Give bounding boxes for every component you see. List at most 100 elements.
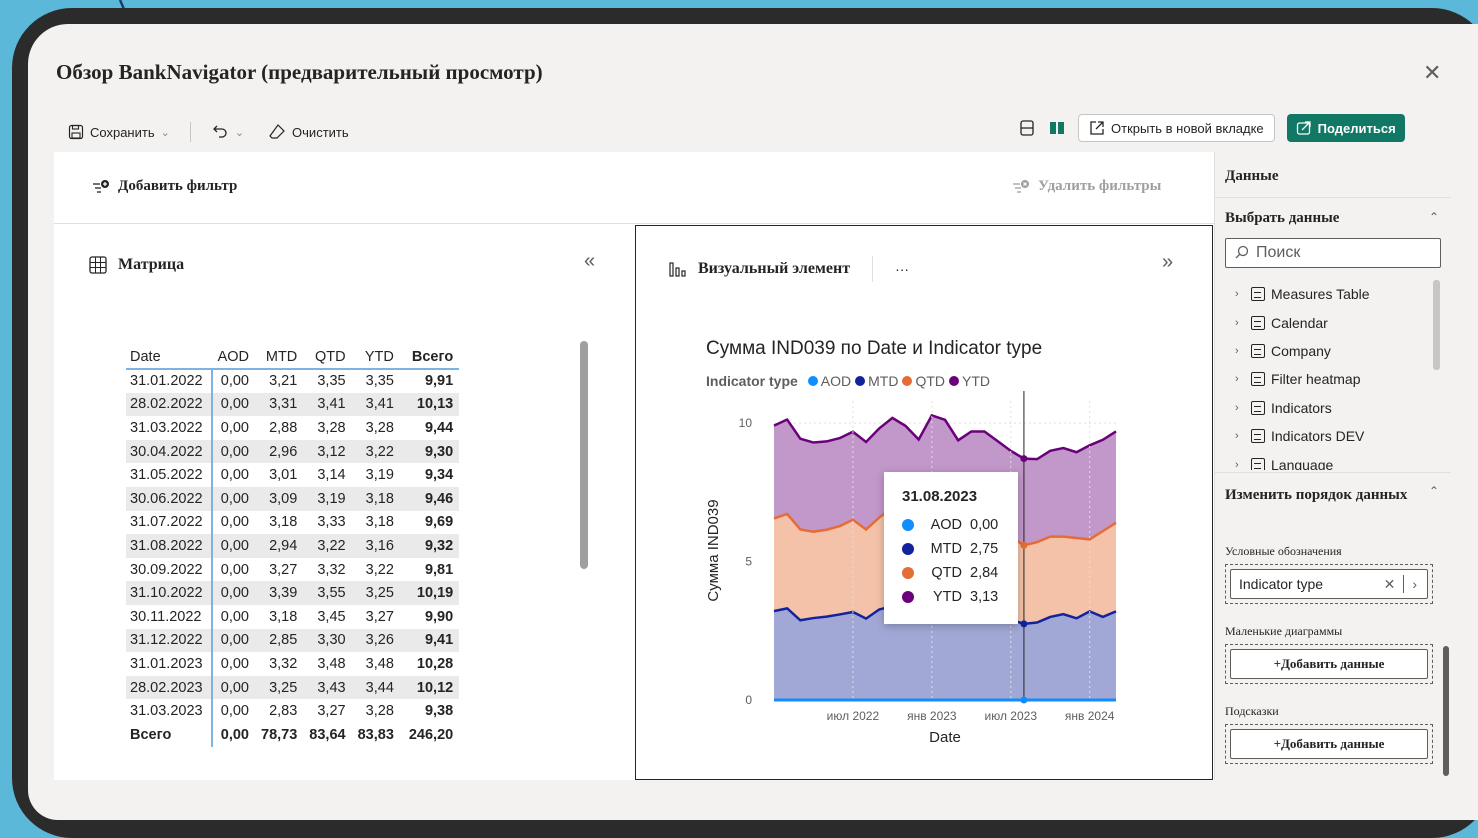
save-button[interactable]: Сохранить ⌄ [68, 124, 170, 140]
legend-item[interactable]: AOD [807, 373, 852, 389]
open-new-tab-label: Открыть в новой вкладке [1111, 120, 1264, 136]
matrix-column-header[interactable]: YTD [351, 345, 400, 370]
matrix-column-header[interactable]: AOD [211, 345, 255, 370]
matrix-cell: 3,55 [303, 581, 352, 605]
matrix-cell: 3,41 [303, 392, 352, 417]
matrix-cell: 3,32 [303, 557, 352, 582]
tooltip-row: MTD 2,75 [902, 537, 1000, 561]
matrix-title: Матрица [118, 256, 185, 273]
chevron-right-icon[interactable]: › [1412, 576, 1417, 592]
matrix-cell: 9,32 [399, 534, 460, 558]
matrix-cell: 0,00 [211, 534, 255, 558]
legend-item[interactable]: MTD [855, 373, 898, 389]
matrix-pane-title: Матрица [88, 255, 184, 275]
data-table-item[interactable]: › Language [1235, 450, 1435, 470]
collapse-left-icon[interactable]: « [584, 250, 595, 273]
clear-button[interactable]: Очистить [268, 123, 349, 141]
clear-label: Очистить [292, 124, 349, 140]
tooltip-value: 2,84 [970, 565, 999, 581]
data-table-item[interactable]: › Measures Table [1235, 280, 1435, 308]
matrix-row: 31.03.2023 0,00 2,83 3,27 3,28 9,38 [126, 699, 460, 723]
data-tree: › Measures Table › Calendar › Company › Filter … [1235, 280, 1435, 470]
hover-point [1020, 541, 1028, 549]
eraser-icon [269, 124, 285, 139]
matrix-column-header[interactable]: QTD [303, 345, 352, 370]
add-filter-label: Добавить фильтр [118, 178, 238, 194]
data-table-item[interactable]: › Indicators [1235, 394, 1435, 422]
share-button[interactable]: Поделиться [1286, 114, 1405, 142]
matrix-cell: 9,44 [399, 416, 460, 440]
chevron-right-icon[interactable]: › [1235, 373, 1245, 385]
tree-scrollbar[interactable] [1433, 280, 1440, 370]
reorder-data-header: Изменить порядок данных [1225, 487, 1408, 503]
matrix-cell: 31.08.2022 [126, 534, 213, 558]
chevron-right-icon[interactable]: › [1235, 459, 1245, 470]
chevron-up-icon[interactable]: ⌃ [1429, 484, 1439, 498]
chevron-right-icon[interactable]: › [1235, 288, 1245, 300]
tooltip-row: AOD 0,00 [902, 513, 1000, 537]
open-new-tab-button[interactable]: Открыть в новой вкладке [1078, 114, 1275, 142]
matrix-cell: 31.03.2022 [126, 416, 213, 440]
matrix-cell: 3,28 [351, 416, 400, 440]
legend-label: AOD [820, 373, 852, 389]
select-data-header: Выбрать данные [1225, 210, 1340, 226]
matrix-row: 31.12.2022 0,00 2,85 3,30 3,26 9,41 [126, 628, 460, 653]
matrix-column-header[interactable]: MTD [255, 345, 304, 370]
expand-right-icon[interactable]: » [1162, 251, 1173, 274]
matrix-cell: 31.07.2022 [126, 510, 213, 535]
data-table-item[interactable]: › Indicators DEV [1235, 422, 1435, 450]
matrix-row: 31.01.2023 0,00 3,32 3,48 3,48 10,28 [126, 652, 460, 676]
tooltip-label: MTD [930, 541, 962, 557]
chevron-right-icon[interactable]: › [1235, 430, 1245, 442]
legend-item[interactable]: QTD [902, 373, 945, 389]
legend-marker [807, 376, 818, 386]
y-tick-label: 10 [739, 416, 753, 430]
tooltip-row: YTD 3,13 [902, 585, 1000, 609]
data-table-item[interactable]: › Filter heatmap [1235, 365, 1435, 393]
tooltip-label: AOD [930, 517, 962, 533]
small-multiples-well: +Добавить данные [1225, 644, 1433, 684]
matrix-cell: 3,09 [255, 486, 304, 511]
add-data-button[interactable]: +Добавить данные [1230, 729, 1428, 759]
data-table-item[interactable]: › Company [1235, 337, 1435, 365]
save-chevron-down-icon[interactable]: ⌄ [161, 126, 170, 139]
matrix-total-cell: 0,00 [211, 722, 255, 747]
chevron-up-icon[interactable]: ⌃ [1429, 210, 1439, 224]
data-table-item[interactable]: › Calendar [1235, 308, 1435, 336]
panel-scrollbar[interactable] [1443, 646, 1449, 776]
chevron-right-icon[interactable]: › [1235, 317, 1245, 329]
add-data-button[interactable]: +Добавить данные [1230, 649, 1428, 679]
share-icon [1296, 121, 1311, 135]
panel-section-divider [1215, 472, 1451, 473]
legend-field-pill[interactable]: Indicator type ✕ › [1230, 569, 1428, 599]
matrix-table: Date AOD MTD QTD YTD Всего 31.01.2022 0,00 3,21… [126, 345, 460, 747]
matrix-column-header[interactable]: Всего [399, 345, 460, 370]
layout-stacked-icon[interactable] [1018, 119, 1036, 137]
matrix-row: 30.06.2022 0,00 3,09 3,19 3,18 9,46 [126, 486, 460, 511]
matrix-cell: 3,33 [303, 510, 352, 535]
matrix-cell: 3,18 [351, 510, 400, 535]
matrix-cell: 3,22 [351, 557, 400, 582]
undo-chevron-down-icon[interactable]: ⌄ [235, 126, 244, 139]
add-filter-button[interactable]: Добавить фильтр [92, 178, 237, 195]
layout-side-by-side-icon[interactable] [1048, 119, 1066, 137]
chevron-right-icon[interactable]: › [1235, 402, 1245, 414]
matrix-total-cell: Всего [126, 722, 213, 747]
matrix-cell: 3,25 [351, 581, 400, 605]
matrix-scrollbar[interactable] [580, 341, 588, 569]
matrix-cell: 31.01.2023 [126, 652, 213, 676]
remove-field-icon[interactable]: ✕ [1384, 576, 1396, 593]
small-multiples-label: Маленькие диаграммы [1225, 624, 1343, 638]
close-icon[interactable]: ✕ [1423, 60, 1441, 86]
legend-label: YTD [962, 373, 991, 389]
matrix-cell: 3,18 [255, 604, 304, 629]
more-options-button[interactable]: ··· [895, 261, 909, 277]
matrix-column-header[interactable]: Date [126, 345, 212, 370]
remove-filters-button[interactable]: Удалить фильтры [1012, 178, 1161, 195]
chevron-right-icon[interactable]: › [1235, 345, 1245, 357]
matrix-cell: 3,45 [303, 604, 352, 629]
undo-button[interactable]: ⌄ [211, 123, 244, 141]
search-input[interactable]: Поиск [1225, 238, 1441, 268]
matrix-cell: 31.03.2023 [126, 699, 213, 723]
legend-item[interactable]: YTD [949, 373, 990, 389]
